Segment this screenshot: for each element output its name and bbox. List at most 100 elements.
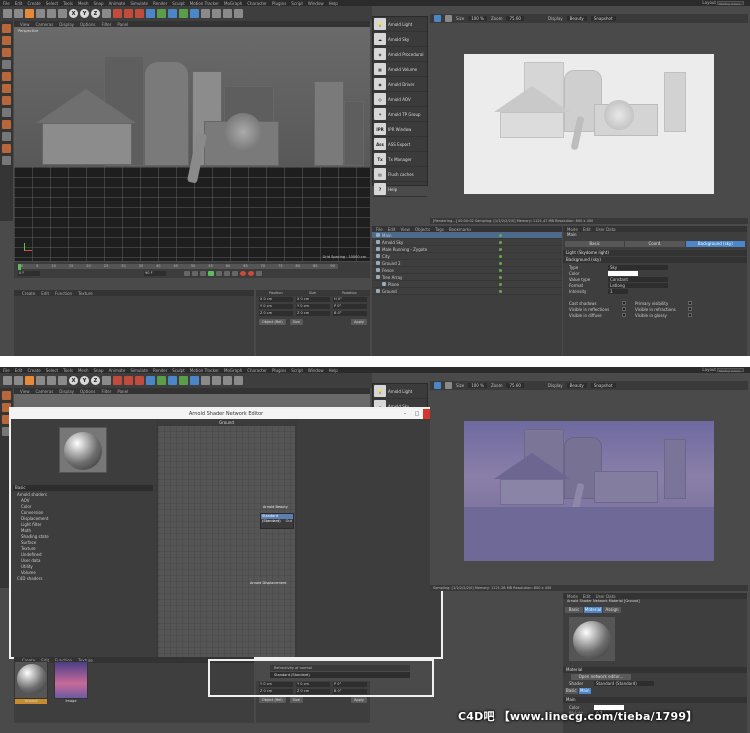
menu-animate[interactable]: Animate [109, 368, 126, 373]
make-editable-icon[interactable] [2, 24, 11, 33]
workplane-icon[interactable] [2, 60, 11, 69]
autokey-icon[interactable] [248, 271, 254, 276]
x-axis-icon[interactable]: X [69, 9, 78, 18]
timeline[interactable]: 0 5 10 15 20 25 30 35 40 45 50 55 60 65 … [14, 262, 370, 278]
viewport-menu-view[interactable]: View [20, 22, 30, 27]
points-mode-icon[interactable] [2, 72, 11, 81]
arnold-menu-item[interactable]: ☁ Arnold Sky [373, 32, 427, 47]
render-settings-icon[interactable] [135, 376, 144, 385]
polygons-mode-icon[interactable] [2, 96, 11, 105]
display-select[interactable]: Beauty [566, 383, 587, 388]
tab-main[interactable]: Main [578, 688, 591, 694]
material-menu-create[interactable]: Create [22, 291, 35, 296]
rotation-b-field[interactable]: B 0° [333, 311, 367, 316]
om-menu-objects[interactable]: Objects [415, 227, 430, 232]
live-select-icon[interactable] [25, 9, 34, 18]
live-select-icon[interactable] [25, 376, 34, 385]
go-to-start-icon[interactable] [184, 271, 190, 276]
viewport-menu-filter[interactable]: Filter [101, 22, 111, 27]
menu-tools[interactable]: Tools [63, 1, 73, 6]
am-menu-user-data[interactable]: User Data [596, 227, 616, 232]
rotation-p-field[interactable]: P 0° [333, 304, 367, 309]
menu-help[interactable]: Help [329, 1, 338, 6]
tab-material[interactable]: Material [584, 607, 602, 613]
render-settings-icon[interactable] [135, 9, 144, 18]
material-image[interactable]: Image [54, 661, 88, 703]
object-row[interactable]: City [372, 253, 562, 260]
snapshot-button[interactable]: Snapshot [590, 383, 616, 388]
visibility-dot-icon[interactable] [499, 233, 502, 237]
tab-coord[interactable]: Coord. [625, 241, 685, 247]
cloner-icon[interactable] [168, 376, 177, 385]
redo-icon[interactable] [14, 376, 23, 385]
value-type-select[interactable]: Constant [608, 276, 668, 282]
menu-snap[interactable]: Snap [93, 1, 103, 6]
y-axis-icon[interactable]: Y [80, 9, 89, 18]
open-network-editor-button[interactable]: Open network editor... [571, 674, 631, 680]
intensity-field[interactable]: 1 [608, 288, 628, 294]
render-view-icon[interactable] [113, 376, 122, 385]
edges-mode-icon[interactable] [2, 84, 11, 93]
type-select[interactable]: Sky [608, 264, 668, 270]
format-select[interactable]: Latlong [608, 282, 668, 288]
shader-select[interactable]: Standard (Standard) [594, 680, 654, 686]
menu-sculpt[interactable]: Sculpt [172, 1, 185, 6]
am-menu-mode[interactable]: Mode [567, 594, 578, 599]
position-x-field[interactable]: X 0 cm [259, 297, 293, 302]
node-canvas[interactable]: Ground Arnold Beauty Standard (Standard)… [158, 419, 295, 657]
menu-motion-tracker[interactable]: Motion Tracker [190, 1, 219, 6]
make-editable-icon[interactable] [2, 391, 11, 400]
menu-plugins[interactable]: Plugins [272, 368, 286, 373]
coordinate-system-icon[interactable] [102, 9, 111, 18]
go-to-end-icon[interactable] [232, 271, 238, 276]
coordinate-system-icon[interactable] [102, 376, 111, 385]
material-menu-edit[interactable]: Edit [41, 291, 49, 296]
menu-simulate[interactable]: Simulate [130, 368, 148, 373]
menu-script[interactable]: Script [291, 1, 303, 6]
viewport-menu-cameras[interactable]: Cameras [36, 389, 54, 394]
snap-icon[interactable] [2, 132, 11, 141]
tab-basic[interactable]: Basic [565, 607, 583, 613]
om-menu-edit[interactable]: Edit [388, 227, 396, 232]
highlight-row[interactable]: Standard (Standard) [270, 672, 410, 678]
material-menu-texture[interactable]: Texture [78, 291, 93, 296]
move-icon[interactable] [36, 376, 45, 385]
position-y-field[interactable]: Y 0 cm [259, 304, 293, 309]
object-row[interactable]: Tree Array [372, 274, 562, 281]
visibility-dot-icon[interactable] [499, 268, 502, 272]
arnold-menu-item[interactable]: Ass ASS Export [373, 137, 427, 152]
arnold-icon[interactable] [223, 376, 232, 385]
stop-icon[interactable] [445, 15, 452, 22]
arnold-menu-item[interactable]: ▦ Arnold Volume [373, 62, 427, 77]
size-field[interactable]: 100 % [468, 383, 487, 388]
scale-icon[interactable] [47, 9, 56, 18]
camera-icon[interactable] [201, 376, 210, 385]
menu-edit[interactable]: Edit [15, 368, 23, 373]
menu-mesh[interactable]: Mesh [78, 368, 89, 373]
viewport-menu-options[interactable]: Options [80, 389, 95, 394]
menu-plugins[interactable]: Plugins [272, 1, 286, 6]
visible-in-diffuse-checkbox[interactable] [622, 313, 626, 317]
visibility-dot-icon[interactable] [499, 261, 502, 265]
menu-sculpt[interactable]: Sculpt [172, 368, 185, 373]
arnold-menu-item[interactable]: ⚘ Arnold TP Group [373, 107, 427, 122]
menu-simulate[interactable]: Simulate [130, 1, 148, 6]
render-picture-viewer-icon[interactable] [124, 376, 133, 385]
menu-tools[interactable]: Tools [63, 368, 73, 373]
color-swatch[interactable] [608, 270, 638, 276]
subdivision-icon[interactable] [157, 376, 166, 385]
apply-button[interactable]: Apply [351, 319, 367, 325]
menu-help[interactable]: Help [329, 368, 338, 373]
visibility-dot-icon[interactable] [499, 275, 502, 279]
viewport-menu-panel[interactable]: Panel [117, 22, 128, 27]
material-ground[interactable]: Ground [14, 661, 48, 704]
move-icon[interactable] [36, 9, 45, 18]
zoom-field[interactable]: 75.60 [506, 16, 524, 21]
rotate-icon[interactable] [58, 9, 67, 18]
menu-create[interactable]: Create [27, 1, 40, 6]
cast-shadows-checkbox[interactable] [622, 301, 626, 305]
primary-visibility-checkbox[interactable] [688, 301, 692, 305]
visibility-dot-icon[interactable] [499, 289, 502, 293]
apply-button[interactable]: Apply [351, 697, 367, 703]
visibility-dot-icon[interactable] [499, 282, 502, 286]
